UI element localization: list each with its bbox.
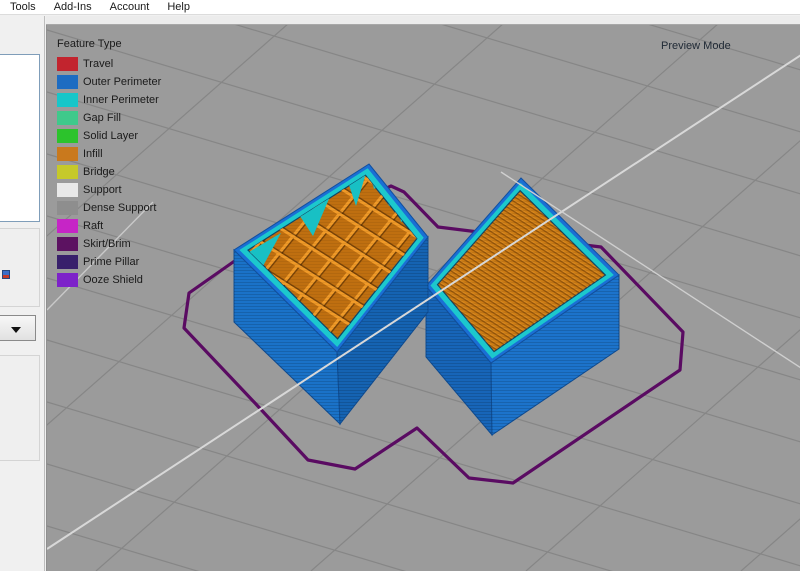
bridge-swatch-icon [57,165,78,179]
skirt-brim-swatch-icon [57,237,78,251]
legend-item-prime-pillar: Prime Pillar [57,253,161,271]
legend-item-travel: Travel [57,55,161,73]
legend-item-label: Ooze Shield [83,274,143,286]
solid-layer-swatch-icon [57,129,78,143]
chevron-down-icon [11,327,21,333]
legend-item-label: Travel [83,58,113,70]
lower-groupbox [0,355,40,461]
support-swatch-icon [57,183,78,197]
legend-item-label: Inner Perimeter [83,94,159,106]
legend-item-label: Bridge [83,166,115,178]
raft-swatch-icon [57,219,78,233]
legend-item-solid-layer: Solid Layer [57,127,161,145]
feature-type-legend: Feature Type Travel Outer Perimeter Inner … [57,38,161,289]
legend-item-label: Skirt/Brim [83,238,131,250]
application-window: Tools Add-Ins Account Help [0,0,800,571]
prime-pillar-swatch-icon [57,255,78,269]
legend-item-support: Support [57,181,161,199]
legend-item-label: Dense Support [83,202,156,214]
legend-item-label: Prime Pillar [83,256,139,268]
dense-support-swatch-icon [57,201,78,215]
legend-item-label: Gap Fill [83,112,121,124]
ooze-shield-swatch-icon [57,273,78,287]
legend-item-label: Solid Layer [83,130,138,142]
menu-item-add-ins[interactable]: Add-Ins [54,0,92,14]
legend-item-label: Infill [83,148,103,160]
preview-mode-label: Preview Mode [661,40,731,52]
menu-item-help[interactable]: Help [167,0,190,14]
infill-swatch-icon [57,147,78,161]
panel-divider [44,16,45,571]
menu-bar: Tools Add-Ins Account Help [0,0,800,15]
legend-title: Feature Type [57,38,161,50]
legend-item-skirt-brim: Skirt/Brim [57,235,161,253]
outer-perimeter-swatch-icon [57,75,78,89]
sidebar-panel [0,16,46,571]
legend-item-bridge: Bridge [57,163,161,181]
gap-fill-swatch-icon [57,111,78,125]
toolbar-strip [46,16,800,25]
legend-item-ooze-shield: Ooze Shield [57,271,161,289]
process-dropdown[interactable] [0,315,36,341]
viewport-3d[interactable]: Feature Type Travel Outer Perimeter Inner … [46,25,800,571]
legend-item-infill: Infill [57,145,161,163]
model-listbox[interactable] [0,54,40,222]
legend-items: Travel Outer Perimeter Inner Perimeter Gap … [57,55,161,289]
menu-item-account[interactable]: Account [110,0,150,14]
legend-item-dense-support: Dense Support [57,199,161,217]
legend-item-label: Raft [83,220,103,232]
processes-groupbox [0,228,40,307]
process-icon [2,270,10,279]
inner-perimeter-swatch-icon [57,93,78,107]
travel-swatch-icon [57,57,78,71]
legend-item-label: Support [83,184,122,196]
legend-item-raft: Raft [57,217,161,235]
menu-item-tools[interactable]: Tools [10,0,36,14]
legend-item-gap-fill: Gap Fill [57,109,161,127]
legend-item-outer-perimeter: Outer Perimeter [57,73,161,91]
legend-item-inner-perimeter: Inner Perimeter [57,91,161,109]
legend-item-label: Outer Perimeter [83,76,161,88]
